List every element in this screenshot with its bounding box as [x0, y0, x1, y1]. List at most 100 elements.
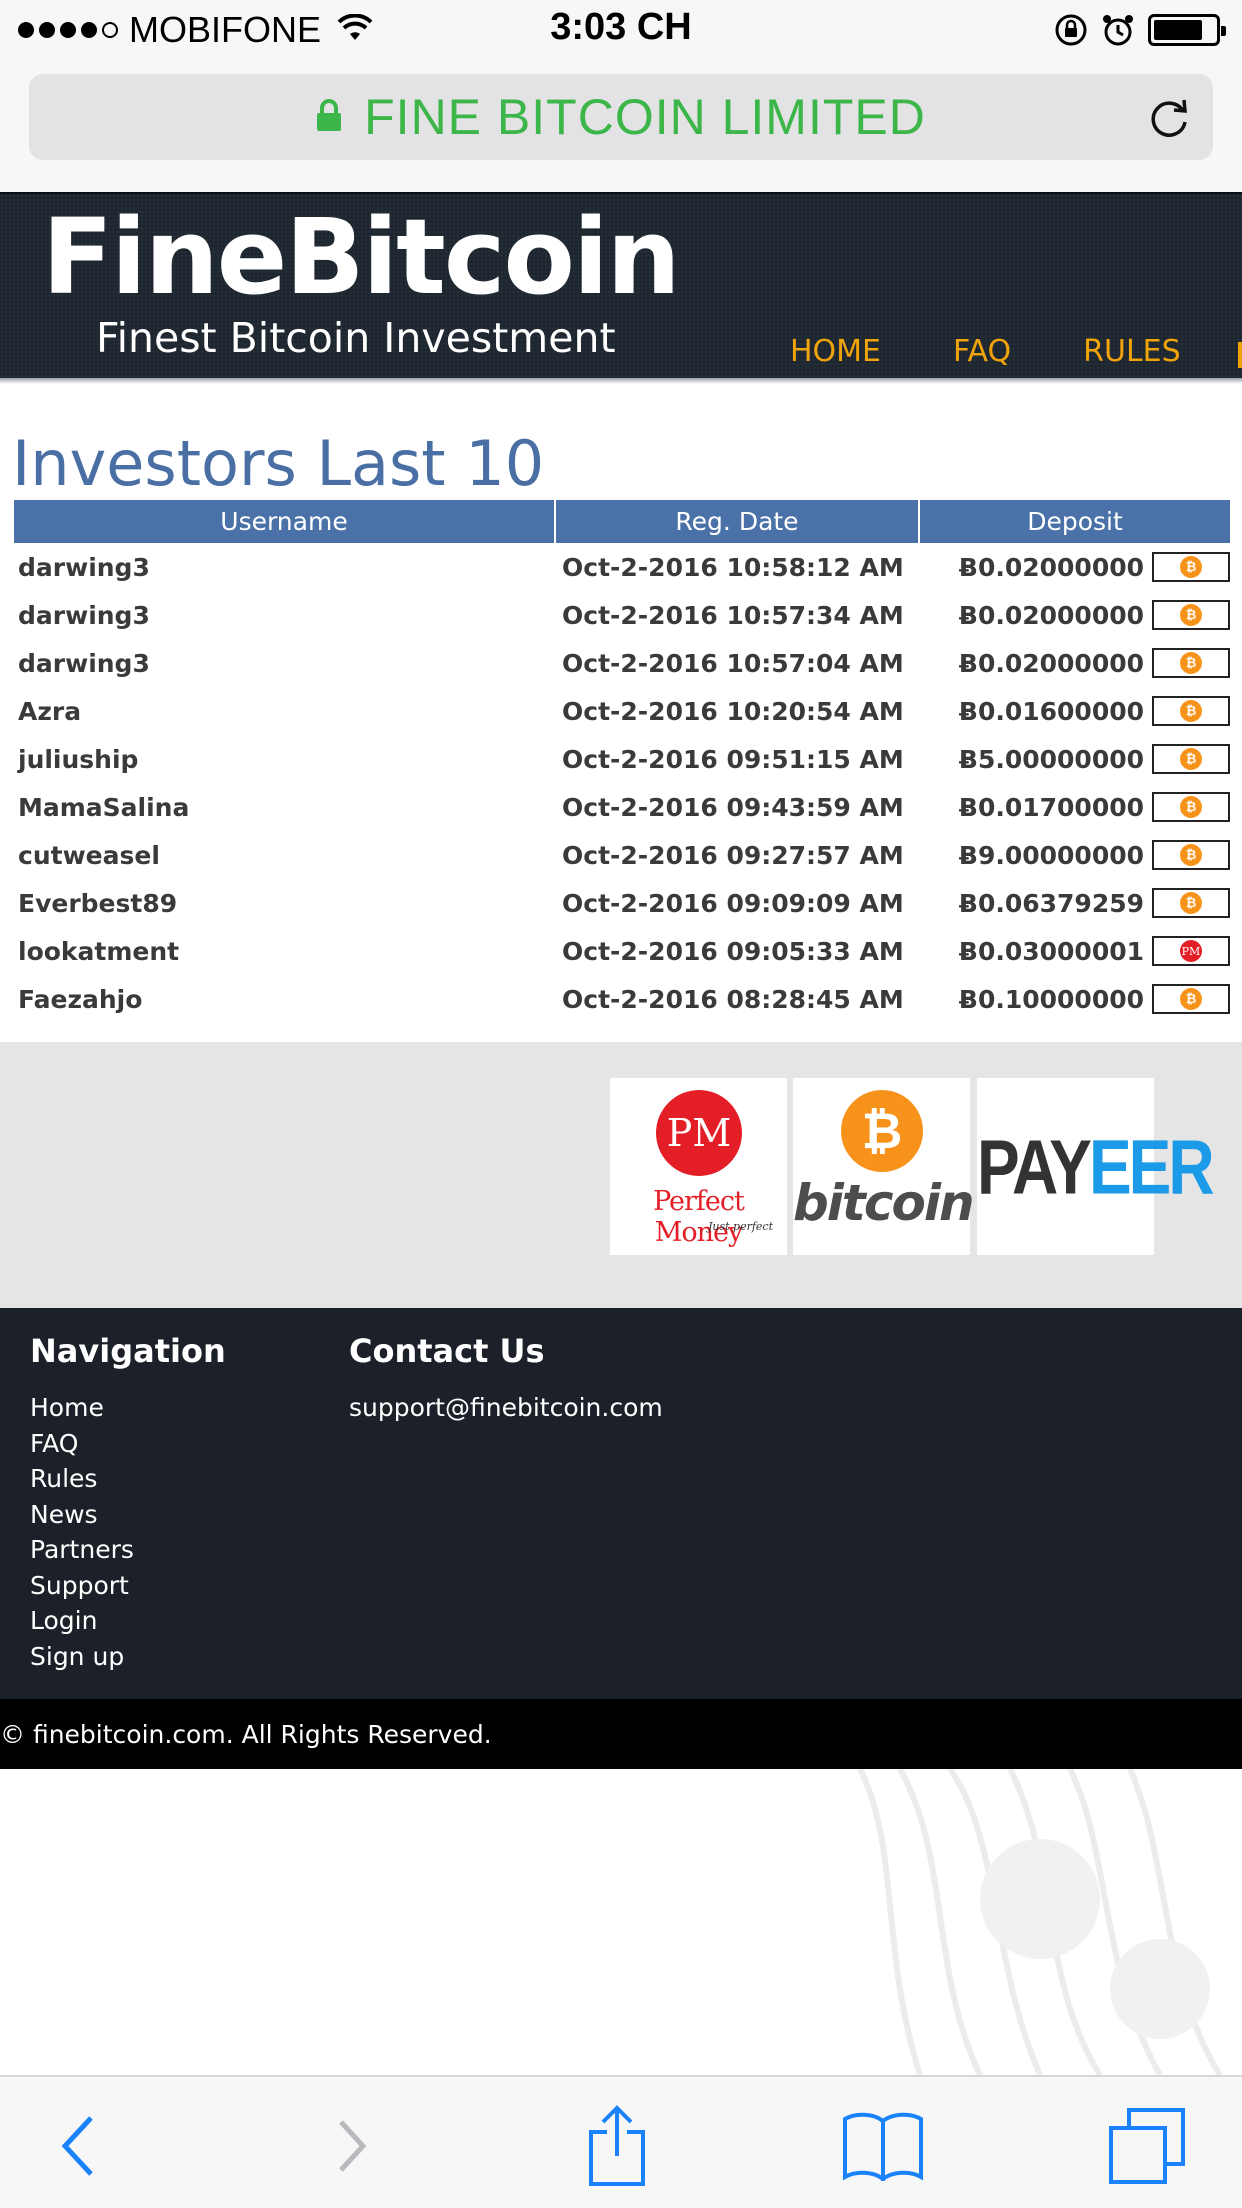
investor-username: lookatment: [18, 936, 180, 966]
investor-reg-date: Oct-2-2016 09:43:59 AM: [562, 792, 904, 822]
bookmarks-icon[interactable]: [838, 2101, 928, 2191]
site-title: FINE BITCOIN LIMITED: [364, 89, 926, 145]
footer-navigation-links: Home FAQ Rules News Partners Support Log…: [30, 1390, 134, 1674]
forward-arrow-icon[interactable]: [308, 2101, 398, 2191]
site-logo[interactable]: FineBitcoin: [42, 200, 681, 315]
address-bar[interactable]: FINE BITCOIN LIMITED: [29, 74, 1213, 160]
investor-reg-date: Oct-2-2016 09:05:33 AM: [562, 936, 904, 966]
footer-link-news[interactable]: News: [30, 1497, 134, 1533]
table-row: darwing3 Oct-2-2016 10:57:34 AM Ƀ0.0200000…: [14, 591, 1230, 639]
investor-deposit: Ƀ0.03000001 PM: [920, 936, 1230, 966]
page-title: Investors Last 10: [12, 426, 545, 500]
perfect-money-slogan: Just perfect: [707, 1220, 773, 1233]
payment-method-badge: ₿: [1152, 600, 1230, 630]
table-row: Faezahjo Oct-2-2016 08:28:45 AM Ƀ0.1000000…: [14, 975, 1230, 1023]
bitcoin-symbol-icon: ₿: [841, 1090, 923, 1172]
investor-username: darwing3: [18, 600, 150, 630]
investor-deposit: Ƀ0.01600000 ₿: [920, 696, 1230, 726]
footer-contact-heading: Contact Us: [349, 1332, 545, 1370]
nav-home-link[interactable]: HOME: [790, 334, 881, 369]
payment-processors-section: PM Perfect Money Just perfect ₿ bitcoin …: [0, 1042, 1242, 1308]
investor-reg-date: Oct-2-2016 10:57:34 AM: [562, 600, 904, 630]
site-tagline: Finest Bitcoin Investment: [96, 314, 616, 362]
contact-email-link[interactable]: support@finebitcoin.com: [349, 1390, 663, 1426]
deposit-amount: Ƀ0.02000000: [958, 600, 1144, 630]
bitcoin-icon: ₿: [1180, 988, 1202, 1010]
table-header-row: Username Reg. Date Deposit: [14, 500, 1230, 543]
investor-reg-date: Oct-2-2016 09:27:57 AM: [562, 840, 904, 870]
footer-link-login[interactable]: Login: [30, 1603, 134, 1639]
payment-method-badge: ₿: [1152, 984, 1230, 1014]
bitcoin-icon: ₿: [1180, 700, 1202, 722]
investor-username: Faezahjo: [18, 984, 143, 1014]
investor-username: MamaSalina: [18, 792, 190, 822]
nav-rules-link[interactable]: RULES: [1083, 334, 1181, 369]
browser-address-area: FINE BITCOIN LIMITED: [0, 64, 1242, 192]
lock-icon: [316, 98, 342, 136]
payeer-logo: PAYEER: [977, 1078, 1215, 1255]
nav-overflow-peek: [1238, 342, 1242, 368]
investor-deposit: Ƀ9.00000000 ₿: [920, 840, 1230, 870]
investor-username: Azra: [18, 696, 82, 726]
top-navigation: HOME FAQ RULES: [790, 334, 1242, 369]
investor-deposit: Ƀ5.00000000 ₿: [920, 744, 1230, 774]
investor-reg-date: Oct-2-2016 10:57:04 AM: [562, 648, 904, 678]
table-row: Everbest89 Oct-2-2016 09:09:09 AM Ƀ0.06379…: [14, 879, 1230, 927]
footer-navigation-heading: Navigation: [30, 1332, 226, 1370]
perfect-money-badge: PM: [656, 1090, 742, 1176]
deposit-amount: Ƀ0.02000000: [958, 552, 1144, 582]
footer-link-partners[interactable]: Partners: [30, 1532, 134, 1568]
footer-link-home[interactable]: Home: [30, 1390, 134, 1426]
payment-method-badge: ₿: [1152, 792, 1230, 822]
payment-method-badge: ₿: [1152, 840, 1230, 870]
perfect-money-logo: PM Perfect Money Just perfect: [610, 1078, 787, 1255]
browser-toolbar: [0, 2075, 1242, 2208]
investor-username: darwing3: [18, 552, 150, 582]
investor-username: Everbest89: [18, 888, 178, 918]
back-arrow-icon[interactable]: [34, 2101, 124, 2191]
investor-username: darwing3: [18, 648, 150, 678]
investor-reg-date: Oct-2-2016 09:51:15 AM: [562, 744, 904, 774]
tabs-icon[interactable]: [1102, 2101, 1192, 2191]
investor-deposit: Ƀ0.06379259 ₿: [920, 888, 1230, 918]
column-header-reg-date: Reg. Date: [556, 500, 920, 543]
header-shadow: [0, 378, 1242, 384]
page-background: [0, 1769, 1242, 2075]
payment-method-badge: PM: [1152, 936, 1230, 966]
banknote-watermark: [857, 1769, 1223, 2075]
payment-method-badge: ₿: [1152, 552, 1230, 582]
footer-link-support[interactable]: Support: [30, 1568, 134, 1604]
table-body: darwing3 Oct-2-2016 10:58:12 AM Ƀ0.0200000…: [14, 543, 1230, 1023]
footer-link-rules[interactable]: Rules: [30, 1461, 134, 1497]
investor-reg-date: Oct-2-2016 10:20:54 AM: [562, 696, 904, 726]
share-icon[interactable]: [572, 2101, 662, 2191]
site-header: FineBitcoin Finest Bitcoin Investment HO…: [0, 192, 1242, 378]
alarm-icon: [1102, 13, 1134, 47]
deposit-amount: Ƀ0.06379259: [958, 888, 1144, 918]
table-row: lookatment Oct-2-2016 09:05:33 AM Ƀ0.03000…: [14, 927, 1230, 975]
bitcoin-icon: ₿: [1180, 844, 1202, 866]
bitcoin-icon: ₿: [1180, 748, 1202, 770]
table-row: cutweasel Oct-2-2016 09:27:57 AM Ƀ9.000000…: [14, 831, 1230, 879]
payment-method-badge: ₿: [1152, 888, 1230, 918]
nav-faq-link[interactable]: FAQ: [953, 334, 1011, 369]
payment-method-badge: ₿: [1152, 648, 1230, 678]
bitcoin-icon: ₿: [1180, 604, 1202, 626]
column-header-deposit: Deposit: [920, 500, 1230, 543]
table-row: MamaSalina Oct-2-2016 09:43:59 AM Ƀ0.01700…: [14, 783, 1230, 831]
table-row: darwing3 Oct-2-2016 10:57:04 AM Ƀ0.0200000…: [14, 639, 1230, 687]
investor-reg-date: Oct-2-2016 09:09:09 AM: [562, 888, 904, 918]
bitcoin-icon: ₿: [1180, 796, 1202, 818]
footer-link-faq[interactable]: FAQ: [30, 1426, 134, 1462]
bitcoin-icon: ₿: [1180, 556, 1202, 578]
deposit-amount: Ƀ9.00000000: [958, 840, 1144, 870]
payment-method-badge: ₿: [1152, 696, 1230, 726]
reload-icon[interactable]: [1147, 94, 1193, 144]
deposit-amount: Ƀ0.02000000: [958, 648, 1144, 678]
investors-table: Username Reg. Date Deposit darwing3 Oct-2…: [14, 500, 1230, 1023]
investor-username: juliuship: [18, 744, 139, 774]
investor-deposit: Ƀ0.01700000 ₿: [920, 792, 1230, 822]
bitcoin-logo: ₿ bitcoin: [793, 1078, 975, 1255]
deposit-amount: Ƀ0.03000001: [958, 936, 1144, 966]
footer-link-signup[interactable]: Sign up: [30, 1639, 134, 1675]
